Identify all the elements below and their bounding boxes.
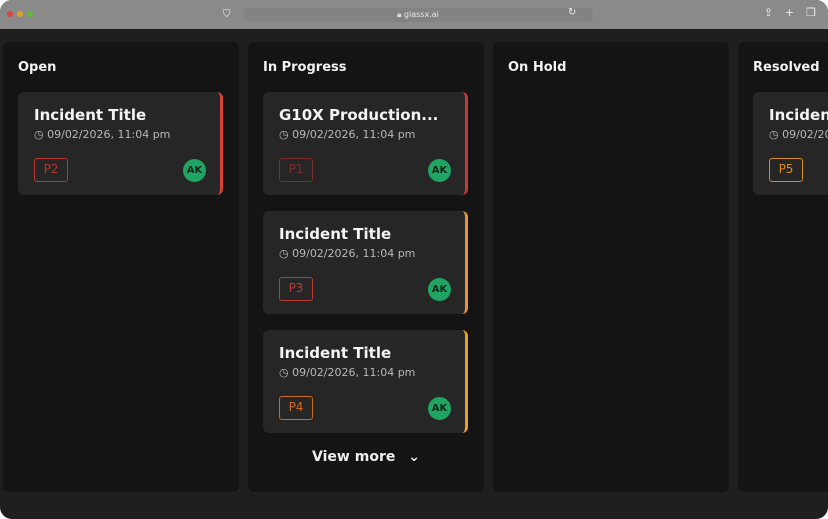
- incident-title: G10X Production...: [279, 106, 439, 124]
- shield-icon[interactable]: ⛉: [223, 9, 231, 20]
- address-bar[interactable]: 🔒︎ glassx.ai: [243, 8, 593, 22]
- incident-date: 09/02/2026, 11:04 pm: [782, 128, 828, 141]
- column-title: On Hold: [508, 60, 567, 75]
- minimize-window-button[interactable]: [17, 11, 23, 17]
- priority-badge: P1: [279, 158, 313, 182]
- column-title: In Progress: [263, 60, 347, 75]
- assignee-avatar[interactable]: AK: [428, 159, 451, 182]
- close-window-button[interactable]: [7, 11, 13, 17]
- incident-date: 09/02/2026, 11:04 pm: [292, 366, 416, 379]
- clock-icon: ◷: [769, 128, 779, 141]
- clock-icon: ◷: [34, 128, 44, 141]
- incident-date: 09/02/2026, 11:04 pm: [292, 128, 416, 141]
- priority-badge: P2: [34, 158, 68, 182]
- share-icon[interactable]: ⇪: [764, 6, 773, 19]
- priority-badge: P5: [769, 158, 803, 182]
- browser-window: ⛉ 🔒︎ glassx.ai ↻ ⇪ + ❐ Open Incident Tit…: [0, 0, 828, 519]
- priority-badge: P3: [279, 277, 313, 301]
- view-more-button[interactable]: View more ⌄: [263, 449, 469, 465]
- assignee-avatar[interactable]: AK: [428, 278, 451, 301]
- reload-icon[interactable]: ↻: [568, 7, 576, 18]
- column-title: Resolved: [753, 60, 820, 75]
- assignee-avatar[interactable]: AK: [428, 397, 451, 420]
- column-open: Open Incident Title ◷ 09/02/2026, 11:04 …: [3, 42, 239, 492]
- new-tab-icon[interactable]: +: [785, 6, 794, 19]
- incident-card[interactable]: Incident Title ◷ 09/02/2026, 11:04 pm P2…: [18, 92, 223, 195]
- incident-date: 09/02/2026, 11:04 pm: [292, 247, 416, 260]
- column-on-hold: On Hold: [493, 42, 729, 492]
- assignee-avatar[interactable]: AK: [183, 159, 206, 182]
- incident-card[interactable]: Incident Title ◷ 09/02/2026, 11:04 pm P3…: [263, 211, 468, 314]
- tabs-overview-icon[interactable]: ❐: [806, 6, 816, 19]
- incident-title: Incident Title: [279, 225, 392, 243]
- clock-icon: ◷: [279, 128, 289, 141]
- incident-title: Incident Title: [279, 344, 392, 362]
- browser-toolbar: ⛉ 🔒︎ glassx.ai ↻ ⇪ + ❐: [0, 0, 828, 29]
- incident-card[interactable]: Incident Title ◷ 09/02/2026, 11:04 pm P4…: [263, 330, 468, 433]
- maximize-window-button[interactable]: [27, 11, 33, 17]
- url-text: glassx.ai: [403, 10, 439, 19]
- clock-icon: ◷: [279, 366, 289, 379]
- incident-card[interactable]: Incident Title ◷ 09/02/2026, 11:04 pm P5…: [753, 92, 828, 195]
- lock-icon: 🔒︎: [397, 10, 402, 19]
- priority-badge: P4: [279, 396, 313, 420]
- incident-card[interactable]: G10X Production... ◷ 09/02/2026, 11:04 p…: [263, 92, 468, 195]
- incident-title: Incident Title: [34, 106, 147, 124]
- column-title: Open: [18, 60, 57, 75]
- incident-title: Incident Title: [769, 106, 828, 124]
- window-controls: [7, 11, 33, 17]
- view-more-label: View more: [312, 449, 396, 465]
- column-resolved: Resolved Incident Title ◷ 09/02/2026, 11…: [738, 42, 828, 492]
- clock-icon: ◷: [279, 247, 289, 260]
- chevron-down-icon: ⌄: [408, 449, 420, 465]
- column-in-progress: In Progress G10X Production... ◷ 09/02/2…: [248, 42, 484, 492]
- incident-date: 09/02/2026, 11:04 pm: [47, 128, 171, 141]
